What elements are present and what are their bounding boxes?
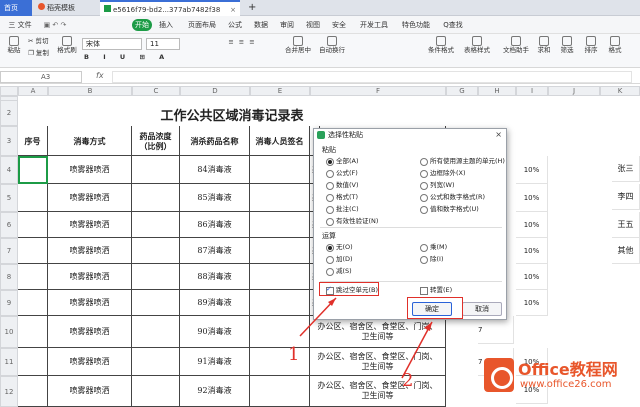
office-logo-icon	[484, 358, 514, 392]
annotation-arrows	[299, 297, 433, 379]
watermark-brand: Office教程网	[518, 360, 618, 379]
watermark: Office教程网 www.office26.com	[484, 354, 634, 400]
watermark-url: www.office26.com	[520, 379, 612, 390]
annotation-2: 2	[402, 370, 414, 391]
arrow-2-head	[424, 322, 432, 331]
annotation-1: 1	[288, 344, 300, 365]
